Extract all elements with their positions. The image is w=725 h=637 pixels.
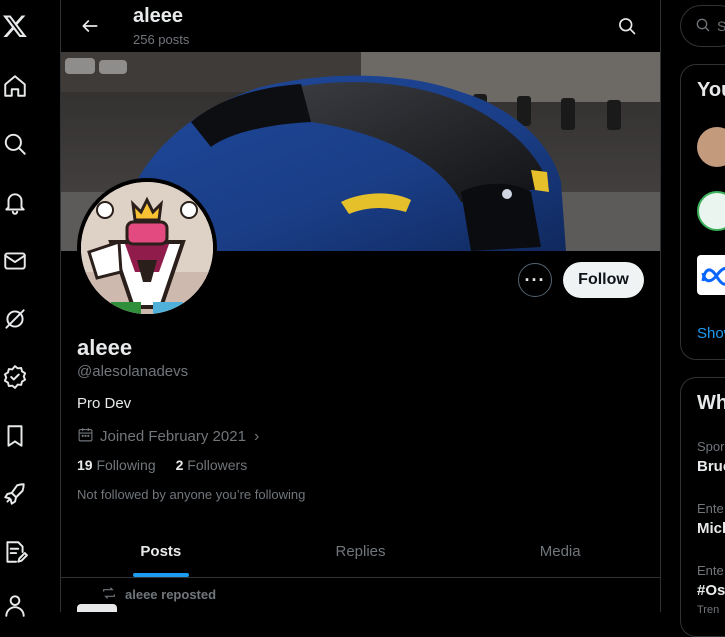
search-input[interactable]: Se [680,5,725,47]
profile-header-bar: aleee 256 posts [61,0,660,52]
chevron-right-icon: › [253,427,260,445]
bookmarks-icon[interactable] [0,421,30,451]
joined-date[interactable]: Joined February 2021 › [77,426,259,447]
profile-icon[interactable] [0,590,30,620]
trend-name[interactable]: Bruc [697,458,725,475]
tab-posts[interactable]: Posts [61,525,261,577]
trend-name[interactable]: #Os [697,582,725,599]
tab-media[interactable]: Media [460,525,660,577]
followers-link[interactable]: 2 Followers [176,457,248,473]
search-placeholder: Se [717,18,725,34]
whats-happening-panel: Wh Spor Bruc Ente Mich Ente #Os Tren [680,377,725,637]
joined-date-text: Joined February 2021 [100,428,246,445]
notifications-bell-icon[interactable] [0,188,30,218]
followers-count: 2 [175,457,184,473]
trend-category: Ente [697,501,724,516]
messages-envelope-icon[interactable] [0,246,30,276]
x-logo-icon[interactable] [0,11,30,41]
tab-posts-label: Posts [140,542,182,560]
header-title: aleee [133,5,184,27]
suggestion-avatar-2[interactable] [697,191,725,231]
repost-label[interactable]: aleee reposted [125,587,216,602]
more-options-button[interactable]: ··· [518,263,552,297]
trend-footer: Tren [697,604,720,616]
suggestion-avatar-1[interactable] [697,127,725,167]
jobs-rocket-icon[interactable] [0,479,30,509]
post-avatar-partial[interactable] [77,604,117,612]
search-icon[interactable] [612,11,642,41]
profile-name: aleee [77,335,133,360]
trend-name[interactable]: Mich [697,520,725,537]
verified-icon[interactable] [0,362,30,392]
following-label: Following [96,457,156,473]
suggestion-avatar-3[interactable] [697,255,725,295]
follow-button[interactable]: Follow [563,262,644,298]
who-to-follow-title: You [697,79,725,101]
active-tab-indicator [132,573,189,577]
tab-replies-label: Replies [335,542,386,560]
grok-icon[interactable] [0,304,30,334]
show-more-link[interactable]: Show [697,325,725,342]
followers-label: Followers [187,457,248,473]
repost-icon [101,585,117,604]
explore-search-icon[interactable] [0,129,30,159]
tab-media-label: Media [539,542,581,560]
trend-category: Ente [697,563,724,578]
profile-bio: Pro Dev [77,395,132,412]
repost-header: aleee reposted [101,585,216,604]
not-followed-notice: Not followed by anyone you’re following [77,487,306,502]
who-to-follow-panel: You Show [680,64,725,360]
header-post-count: 256 posts [133,32,190,47]
home-icon[interactable] [0,71,30,101]
trend-category: Spor [697,439,725,454]
following-link[interactable]: 19 Following [77,457,156,473]
profile-tabs: Posts Replies Media [61,525,660,578]
profile-column: aleee 256 posts ··· Follow aleee @alesol… [60,0,661,612]
profile-handle: @alesolanadevs [77,363,189,380]
following-count: 19 [77,457,93,473]
whats-happening-title: Wh [697,392,725,414]
search-icon [695,17,711,36]
tab-replies[interactable]: Replies [261,525,461,577]
follow-stats: 19 Following 2 Followers [77,457,247,473]
right-sidebar: Se You Show Wh Spor Bruc Ente Mich Ente … [660,0,725,637]
profile-avatar[interactable] [77,178,217,318]
left-navigation [0,0,60,617]
back-arrow-icon[interactable] [75,11,105,41]
calendar-icon [77,426,94,447]
write-article-icon[interactable] [0,537,30,567]
